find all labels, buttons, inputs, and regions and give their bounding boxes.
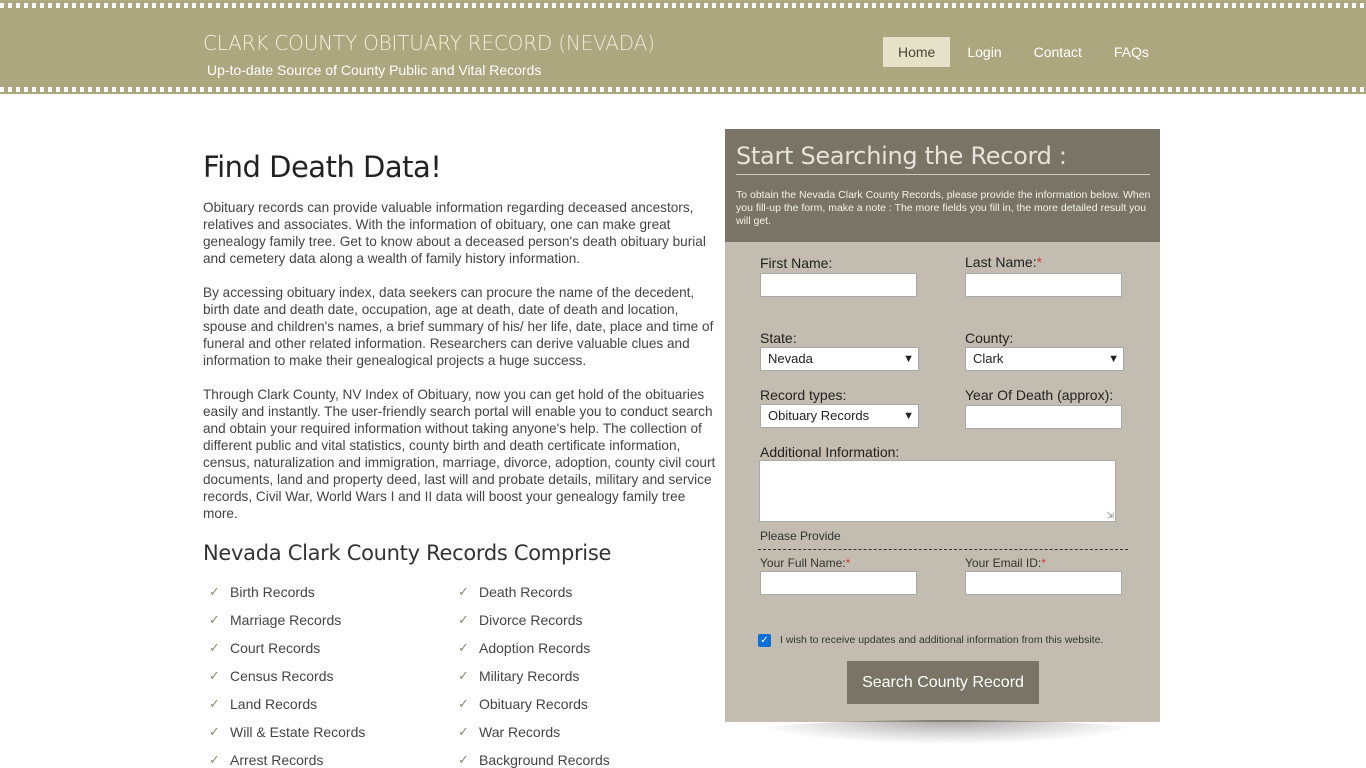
site-title-state[interactable]: (NEVADA): [558, 31, 655, 55]
list-item: ✓ Birth Records: [209, 583, 365, 611]
state-select[interactable]: Nevada ▼: [760, 347, 919, 371]
search-form-panel: Start Searching the Record : To obtain t…: [725, 129, 1160, 722]
check-icon: ✓: [458, 612, 469, 627]
first-name-label: First Name:: [760, 255, 833, 271]
consent-checkbox[interactable]: ✓: [758, 634, 771, 647]
section-divider: [758, 549, 1128, 550]
check-icon: ✓: [458, 668, 469, 683]
list-item: ✓ Background Records: [458, 751, 610, 768]
check-icon: ✓: [209, 612, 220, 627]
required-mark: *: [1036, 254, 1043, 270]
last-name-label: Last Name:*: [965, 254, 1043, 270]
resize-grip-icon[interactable]: ⇲: [1106, 510, 1114, 521]
email-label: Your Email ID:*: [965, 556, 1046, 570]
check-icon: ✓: [209, 724, 220, 739]
first-name-input[interactable]: [760, 273, 917, 297]
county-label: County:: [965, 330, 1014, 346]
check-icon: ✓: [458, 724, 469, 739]
list-item: ✓ Will & Estate Records: [209, 723, 365, 751]
check-icon: ✓: [458, 584, 469, 599]
full-name-input[interactable]: [760, 571, 917, 595]
required-mark: *: [1041, 556, 1046, 570]
list-item: ✓ Death Records: [458, 583, 610, 611]
page-heading: Find Death Data!: [203, 150, 442, 184]
check-icon: ✓: [458, 752, 469, 767]
nav-contact[interactable]: Contact: [1019, 37, 1097, 67]
list-item: ✓ Court Records: [209, 639, 365, 667]
intro-paragraph-2: By accessing obituary index, data seeker…: [203, 285, 714, 368]
list-item: ✓ Adoption Records: [458, 639, 610, 667]
chevron-down-icon: ▼: [1108, 353, 1119, 365]
county-select[interactable]: Clark ▼: [965, 347, 1124, 371]
check-icon: ✓: [458, 640, 469, 655]
intro-paragraph-3: Through Clark County, NV Index of Obitua…: [203, 387, 716, 521]
list-item: ✓ Land Records: [209, 695, 365, 723]
intro-paragraph-1: Obituary records can provide valuable in…: [203, 200, 706, 266]
search-form-header: Start Searching the Record : To obtain t…: [725, 129, 1160, 242]
site-title-main[interactable]: CLARK COUNTY OBITUARY RECORD: [203, 31, 552, 55]
chevron-down-icon: ▼: [903, 353, 914, 365]
site-header: CLARK COUNTY OBITUARY RECORD (NEVADA) Up…: [0, 0, 1366, 94]
year-of-death-input[interactable]: [965, 405, 1122, 429]
nav-home[interactable]: Home: [883, 37, 951, 67]
search-form-title: Start Searching the Record :: [736, 142, 1150, 175]
check-icon: ✓: [209, 752, 220, 767]
check-icon: ✓: [458, 696, 469, 711]
panel-shadow: [752, 720, 1144, 744]
search-county-record-button[interactable]: Search County Record: [847, 661, 1039, 704]
check-icon: ✓: [209, 668, 220, 683]
records-list-left: ✓ Birth Records ✓ Marriage Records ✓ Court …: [209, 583, 365, 768]
nav-login[interactable]: Login: [952, 37, 1016, 67]
records-heading: Nevada Clark County Records Comprise: [203, 541, 612, 565]
email-input[interactable]: [965, 571, 1122, 595]
list-item: ✓ Divorce Records: [458, 611, 610, 639]
additional-info-textarea[interactable]: ⇲: [759, 460, 1116, 522]
please-provide-label: Please Provide: [760, 529, 841, 543]
state-label: State:: [760, 330, 797, 346]
site-title[interactable]: CLARK COUNTY OBITUARY RECORD (NEVADA): [203, 31, 655, 55]
list-item: ✓ War Records: [458, 723, 610, 751]
last-name-input[interactable]: [965, 273, 1122, 297]
full-name-label: Your Full Name:*: [760, 556, 851, 570]
record-types-select[interactable]: Obituary Records ▼: [760, 404, 919, 428]
required-mark: *: [845, 556, 851, 570]
list-item: ✓ Marriage Records: [209, 611, 365, 639]
list-item: ✓ Military Records: [458, 667, 610, 695]
search-form-note: To obtain the Nevada Clark County Record…: [736, 189, 1151, 227]
additional-info-label: Additional Information:: [760, 444, 900, 460]
check-icon: ✓: [209, 584, 220, 599]
check-icon: ✓: [209, 696, 220, 711]
main-nav: Home Login Contact FAQs: [883, 37, 1164, 67]
list-item: ✓ Arrest Records: [209, 751, 365, 768]
site-tagline: Up-to-date Source of County Public and V…: [207, 62, 542, 78]
records-list-right: ✓ Death Records ✓ Divorce Records ✓ Adoptio…: [458, 583, 610, 768]
consent-text: I wish to receive updates and additional…: [780, 634, 1104, 646]
year-of-death-label: Year Of Death (approx):: [965, 387, 1114, 403]
nav-faqs[interactable]: FAQs: [1099, 37, 1164, 67]
list-item: ✓ Obituary Records: [458, 695, 610, 723]
list-item: ✓ Census Records: [209, 667, 365, 695]
record-types-label: Record types:: [760, 387, 847, 403]
chevron-down-icon: ▼: [903, 410, 914, 422]
check-icon: ✓: [209, 640, 220, 655]
